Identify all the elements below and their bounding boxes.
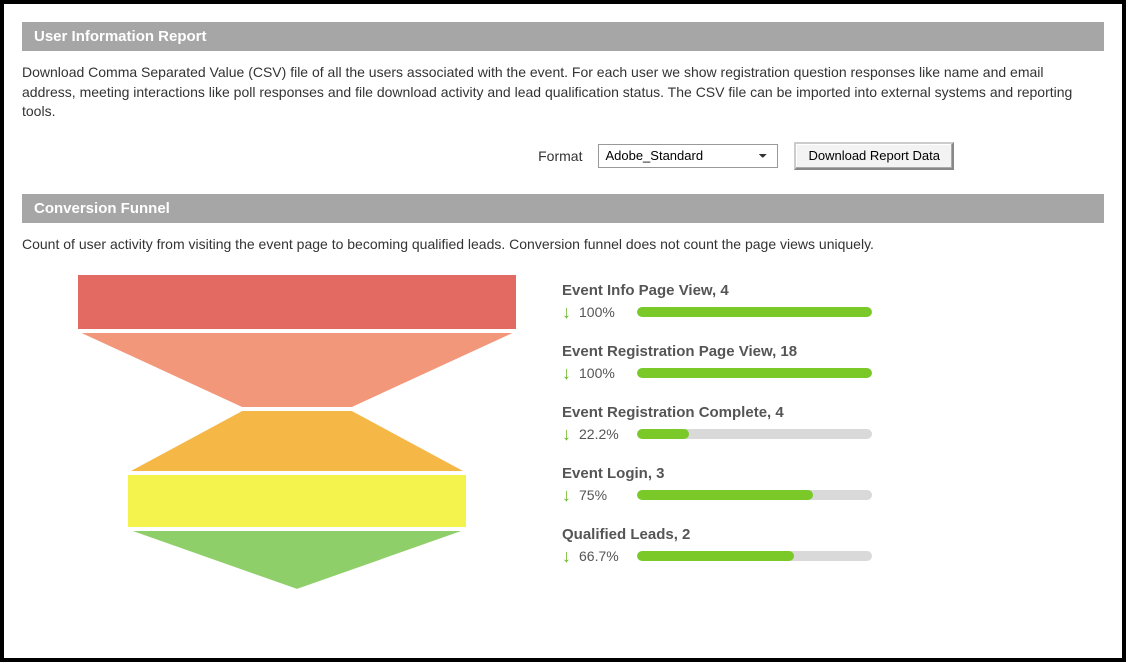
- progress-fill: [637, 490, 813, 500]
- format-row: Format Adobe_Standard Download Report Da…: [22, 142, 1104, 170]
- funnel-metric: Event Info Page View, 4 ↓ 100%: [562, 282, 1104, 321]
- metric-row: ↓ 22.2%: [562, 425, 1104, 443]
- progress-fill: [637, 307, 872, 317]
- funnel-segment: [77, 332, 517, 408]
- progress-fill: [637, 551, 794, 561]
- metric-row: ↓ 66.7%: [562, 547, 1104, 565]
- progress-bar: [637, 307, 872, 317]
- funnel-metric: Event Registration Complete, 4 ↓ 22.2%: [562, 404, 1104, 443]
- format-label: Format: [538, 148, 582, 164]
- funnel-segment: [77, 274, 517, 330]
- arrow-down-icon: ↓: [562, 364, 571, 382]
- user-report-description: Download Comma Separated Value (CSV) fil…: [22, 63, 1082, 122]
- funnel-description: Count of user activity from visiting the…: [22, 235, 1082, 255]
- metric-label: Event Registration Complete, 4: [562, 404, 1104, 421]
- funnel-metric: Event Login, 3 ↓ 75%: [562, 465, 1104, 504]
- progress-fill: [637, 429, 689, 439]
- arrow-down-icon: ↓: [562, 547, 571, 565]
- metric-label: Event Registration Page View, 18: [562, 343, 1104, 360]
- funnel-metric: Event Registration Page View, 18 ↓ 100%: [562, 343, 1104, 382]
- funnel-header: Conversion Funnel: [22, 194, 1104, 223]
- metric-label: Event Info Page View, 4: [562, 282, 1104, 299]
- metric-percent: 66.7%: [579, 548, 629, 564]
- metric-percent: 75%: [579, 487, 629, 503]
- funnel-metric: Qualified Leads, 2 ↓ 66.7%: [562, 526, 1104, 565]
- funnel-segment: [127, 474, 467, 528]
- metric-label: Qualified Leads, 2: [562, 526, 1104, 543]
- download-report-button[interactable]: Download Report Data: [794, 142, 954, 170]
- progress-bar: [637, 551, 872, 561]
- format-select[interactable]: Adobe_Standard: [598, 144, 778, 168]
- metric-percent: 22.2%: [579, 426, 629, 442]
- user-report-header: User Information Report: [22, 22, 1104, 51]
- metric-percent: 100%: [579, 365, 629, 381]
- funnel-chart: [62, 274, 532, 604]
- metric-percent: 100%: [579, 304, 629, 320]
- metric-row: ↓ 100%: [562, 364, 1104, 382]
- metric-label: Event Login, 3: [562, 465, 1104, 482]
- funnel-segment: [127, 530, 467, 590]
- arrow-down-icon: ↓: [562, 486, 571, 504]
- funnel-segment: [127, 410, 467, 472]
- metric-row: ↓ 100%: [562, 303, 1104, 321]
- progress-bar: [637, 490, 872, 500]
- progress-bar: [637, 368, 872, 378]
- arrow-down-icon: ↓: [562, 425, 571, 443]
- progress-bar: [637, 429, 872, 439]
- arrow-down-icon: ↓: [562, 303, 571, 321]
- metric-row: ↓ 75%: [562, 486, 1104, 504]
- progress-fill: [637, 368, 872, 378]
- funnel-metrics: Event Info Page View, 4↓100%Event Regist…: [562, 274, 1104, 587]
- funnel-area: Event Info Page View, 4↓100%Event Regist…: [22, 274, 1104, 604]
